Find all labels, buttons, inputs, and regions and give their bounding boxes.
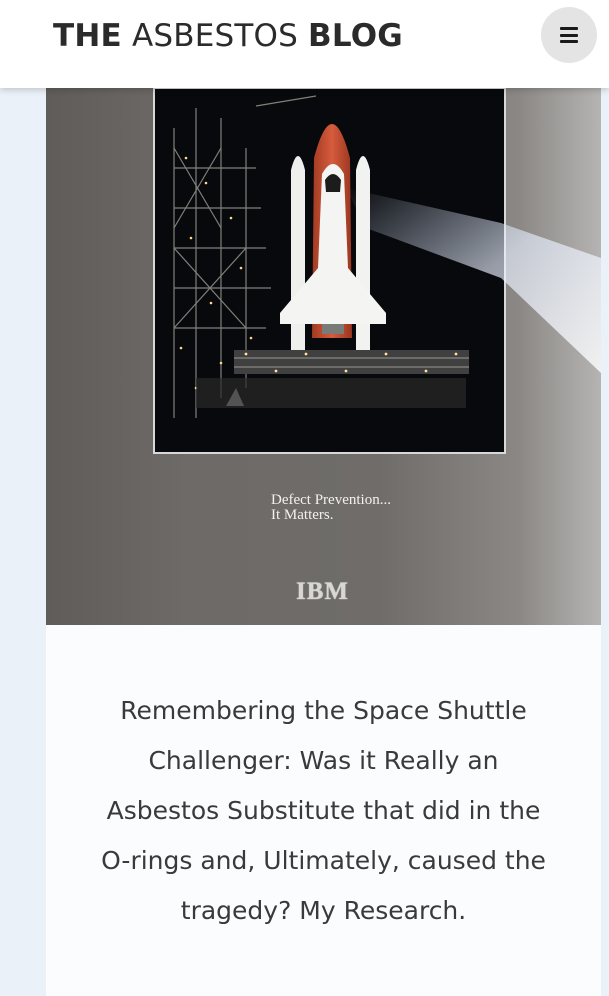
site-logo[interactable]: THE ASBESTOS BLOG [53,18,403,54]
ibm-logo: IBM [296,578,349,605]
post-card[interactable]: Defect Prevention... It Matters. IBM Rem… [46,88,601,996]
post-featured-image[interactable]: Defect Prevention... It Matters. IBM [46,88,601,625]
shuttle-poster-illustration [153,88,601,454]
brand-the: THE [53,18,122,54]
site-header: THE ASBESTOS BLOG [0,0,609,88]
post-title[interactable]: Remembering the Space Shuttle Challenger… [91,686,556,936]
hamburger-menu-icon [560,27,578,43]
brand-blog: BLOG [308,18,403,54]
menu-button[interactable] [541,7,597,63]
poster-tagline: Defect Prevention... It Matters. [271,492,391,523]
brand-asbestos: ASBESTOS [131,18,298,54]
